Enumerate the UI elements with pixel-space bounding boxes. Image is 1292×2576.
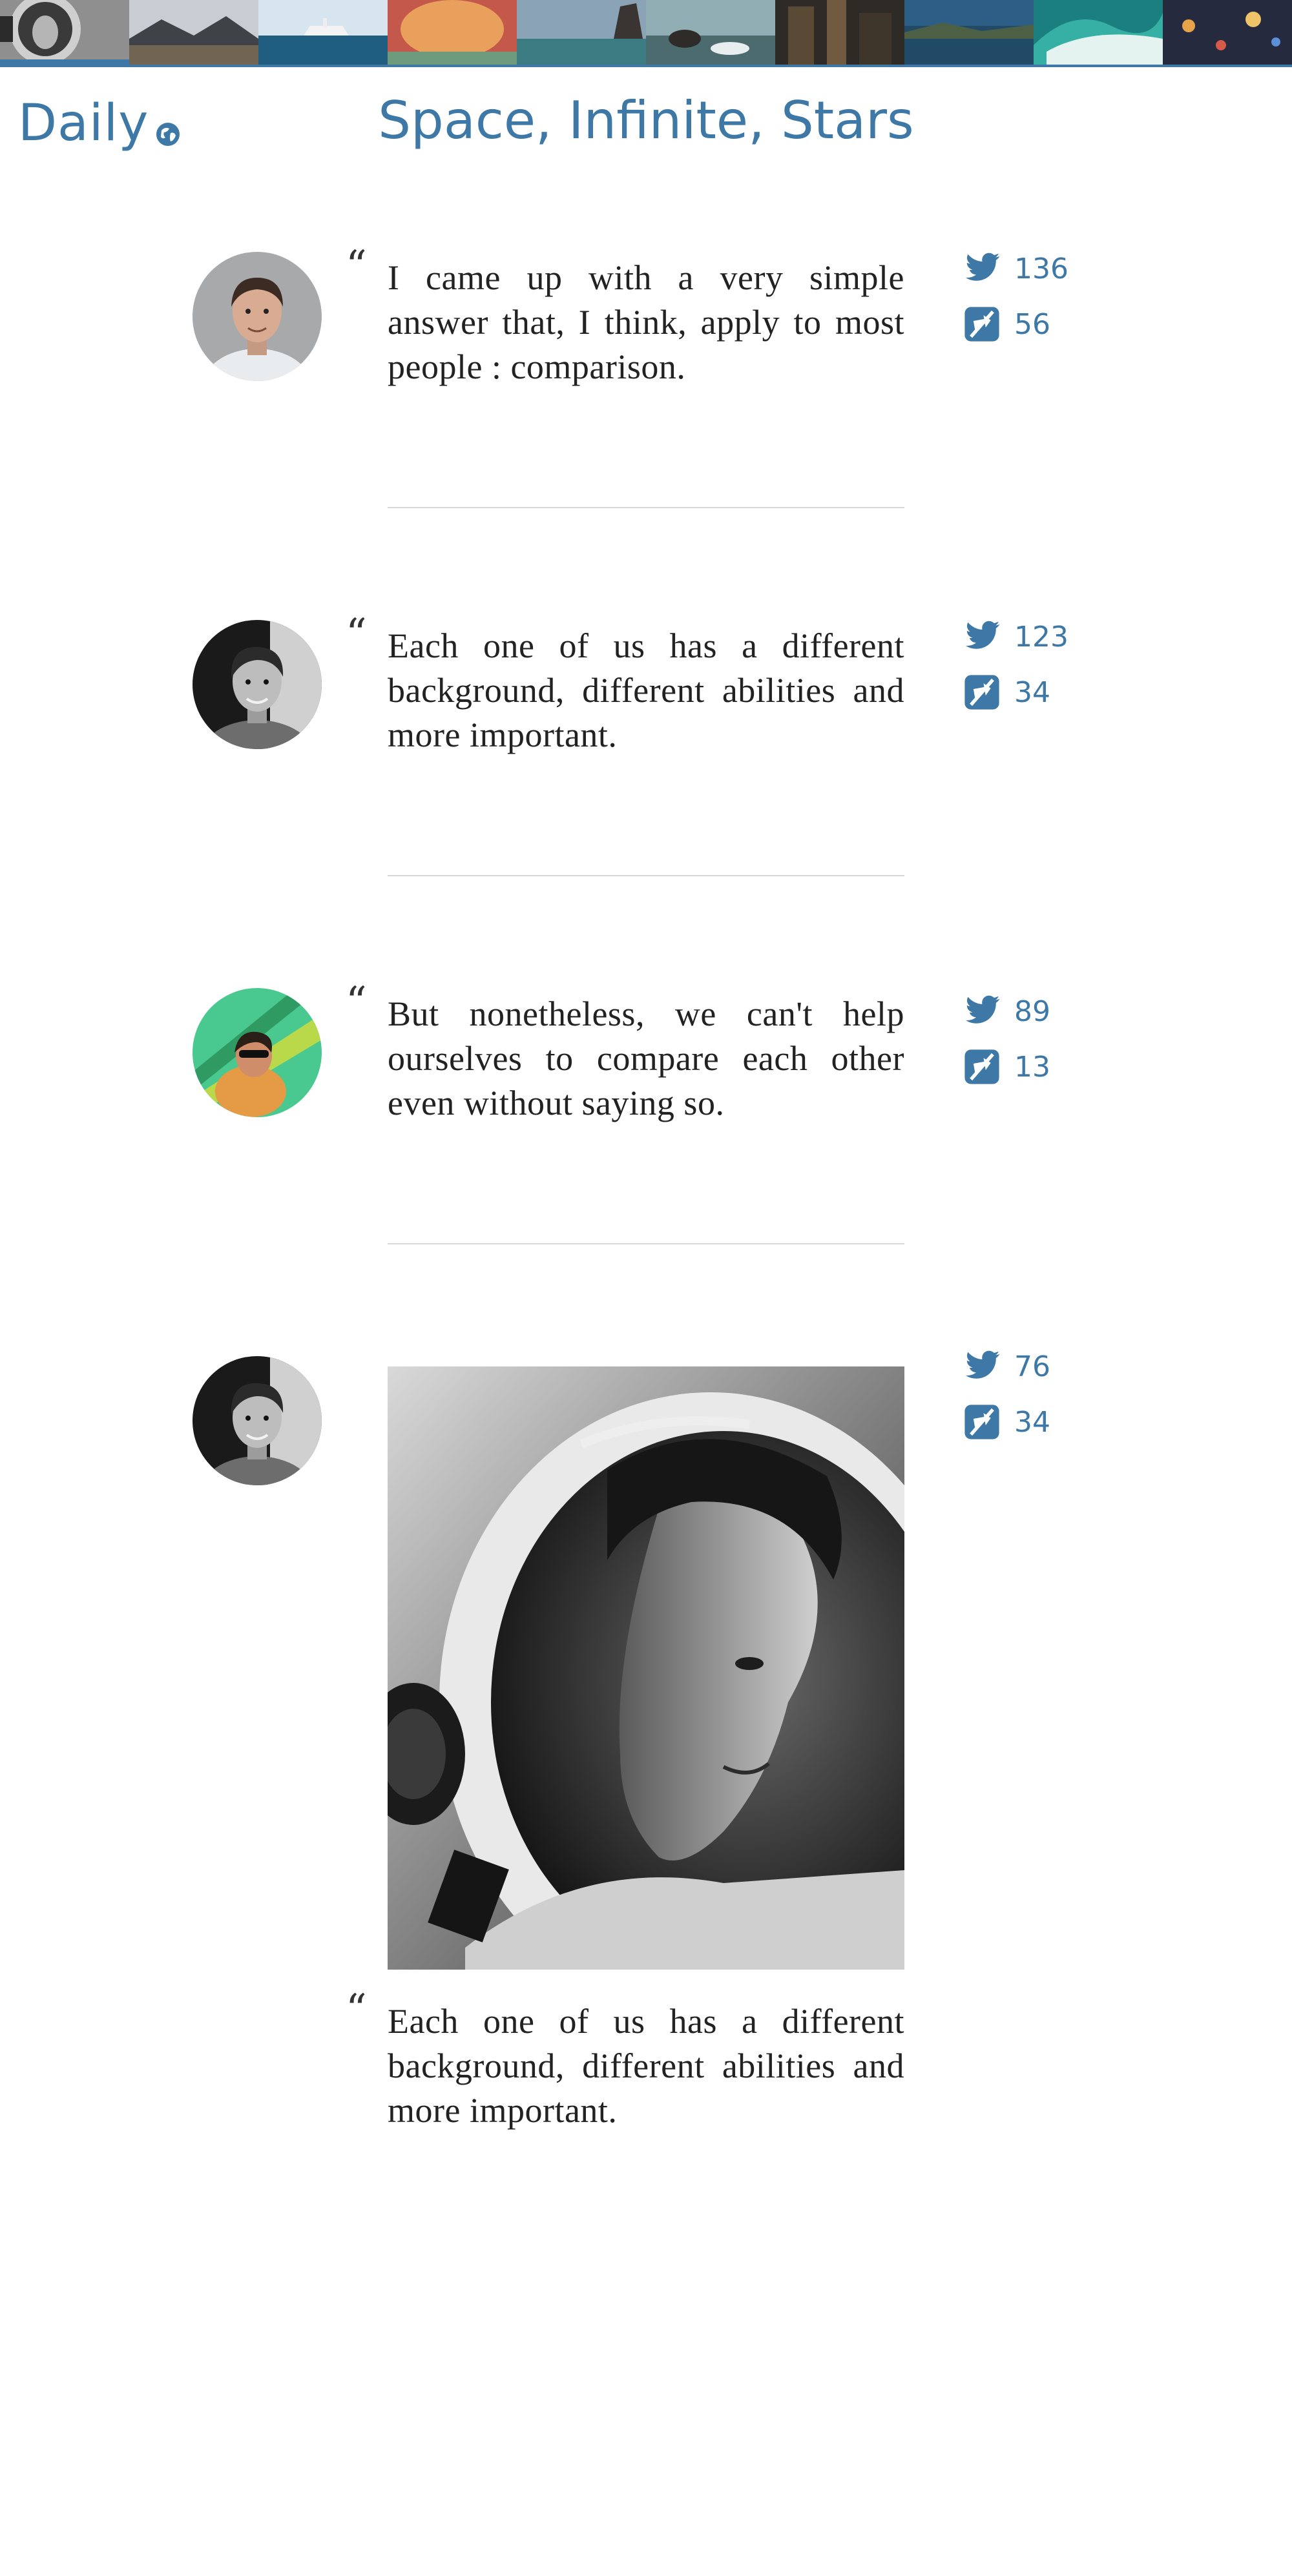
reblog-count[interactable]: 34 [963,1403,1050,1441]
avatar-man-light-shirt[interactable] [193,252,322,381]
open-quote-icon: “ [346,242,367,290]
quote-text: But nonetheless, we can't help ourselves… [388,994,904,1122]
avatar-man-dark[interactable] [193,620,322,749]
tweet-count[interactable]: 123 [963,617,1068,656]
page-title: Space, Infinite, Stars [378,90,914,150]
tweet-count[interactable]: 76 [963,1347,1050,1386]
divider [388,875,904,876]
tweet-count-value: 76 [1014,1350,1050,1383]
twitter-bird-icon [965,252,1000,281]
astronaut-thumb[interactable] [0,0,129,65]
shore-waves-thumb[interactable] [646,0,775,65]
post-stats: 89 13 [963,992,1050,1103]
reblog-count-value: 34 [1014,675,1050,709]
beach-rock-thumb[interactable] [517,0,646,65]
reblog-count[interactable]: 13 [963,1047,1050,1086]
post-stats: 123 34 [963,617,1068,728]
avatar-man-dark[interactable] [193,1356,322,1485]
reblog-icon [964,1405,999,1439]
sunset-thumb[interactable] [388,0,517,65]
twitter-bird-icon [965,621,1000,649]
tweet-count[interactable]: 89 [963,992,1050,1031]
reblog-count-value: 56 [1014,307,1050,341]
bokeh-lights-thumb[interactable] [1163,0,1292,65]
ship-sea-thumb[interactable] [258,0,388,65]
twitter-bird-icon [965,1350,1000,1379]
quote-text: Each one of us has a different backgroun… [388,626,904,754]
tweet-count-value: 123 [1014,620,1068,654]
reblog-icon [964,1049,999,1084]
divider [388,507,904,508]
reblog-icon [964,307,999,342]
mountain-lake-thumb[interactable] [129,0,258,65]
post-stats: 136 56 [963,249,1068,360]
reblog-count-value: 13 [1014,1050,1050,1084]
open-quote-icon: “ [346,610,367,658]
image-strip [0,0,1292,65]
strip-underline [0,65,1292,67]
open-quote-icon: “ [346,978,367,1026]
twitter-bird-icon [965,995,1000,1024]
quote-text: Each one of us has a different backgroun… [388,2002,904,2130]
city-night-thumb[interactable] [775,0,904,65]
coast-thumb[interactable] [904,0,1034,65]
wave-thumb[interactable] [1034,0,1163,65]
reblog-count[interactable]: 56 [963,305,1068,344]
reblog-count-value: 34 [1014,1405,1050,1439]
tweet-count-value: 136 [1014,252,1068,285]
divider [388,1243,904,1244]
post-stats: 76 34 [963,1347,1050,1458]
reblog-icon [964,675,999,710]
astronaut-helmet-photo[interactable] [388,1366,904,1970]
tweet-count[interactable]: 136 [963,249,1068,288]
tweet-count-value: 89 [1014,994,1050,1028]
open-quote-icon: “ [346,1986,367,2034]
reblog-count[interactable]: 34 [963,673,1068,712]
quote-text: I came up with a very simple answer that… [388,258,904,386]
avatar-woman-green[interactable] [193,988,322,1117]
